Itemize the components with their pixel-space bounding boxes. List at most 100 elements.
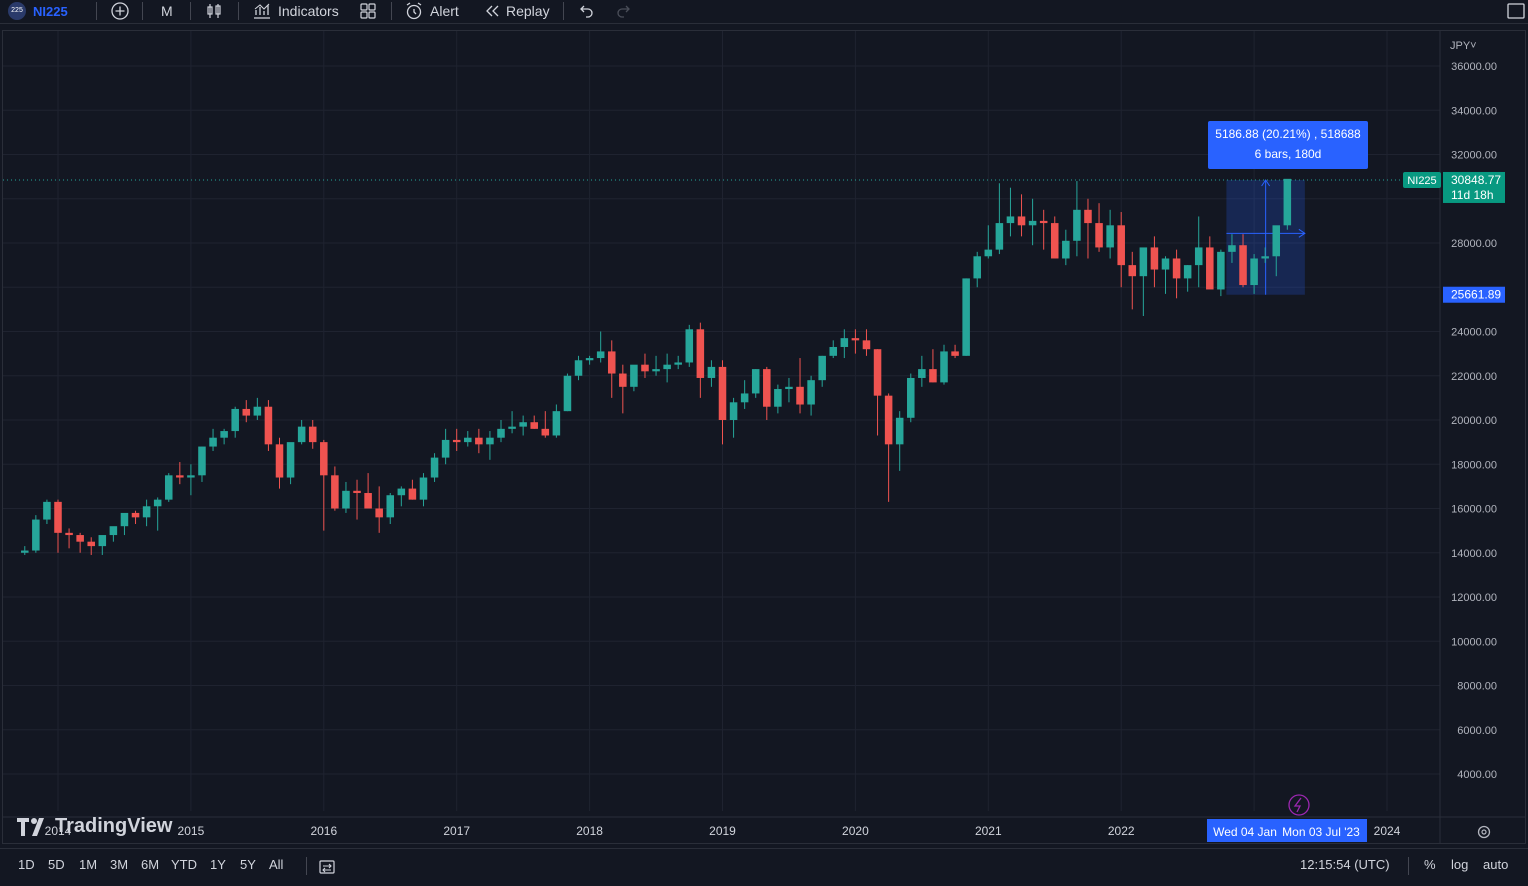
bottom-toolbar: 1D 5D 1M 3M 6M YTD 1Y 5Y All 12:15:54 (UTC) % lo… <box>0 848 1528 886</box>
currency-label[interactable]: JPY˅ <box>1450 40 1477 52</box>
candle-body <box>264 406 273 445</box>
log-toggle[interactable]: log <box>1451 857 1468 872</box>
auto-toggle[interactable]: auto <box>1483 857 1508 872</box>
candle-body <box>1228 245 1236 252</box>
candle-body <box>142 506 151 518</box>
year-tick-label: 2020 <box>842 824 869 838</box>
calendar-swap-icon <box>319 860 335 874</box>
alert-label: Alert <box>430 3 459 19</box>
plus-circle-icon <box>111 2 129 20</box>
year-tick-label: 2024 <box>1374 824 1401 838</box>
candle-body <box>1206 247 1214 290</box>
candle-body <box>430 457 439 478</box>
redo-button[interactable] <box>614 0 634 22</box>
candle-body <box>552 411 561 436</box>
last-price-label: 30848.77 <box>1451 173 1501 187</box>
replay-button[interactable]: Replay <box>482 0 550 22</box>
candle-body <box>574 360 583 376</box>
symbol-search[interactable]: 225 NI225 <box>8 0 68 22</box>
candle-body <box>907 377 915 418</box>
range-button-6m[interactable]: 6M <box>141 857 159 872</box>
candle-body <box>951 351 959 356</box>
candle-body <box>1239 245 1247 286</box>
candle-body <box>1183 265 1192 279</box>
compare-button[interactable] <box>110 0 130 22</box>
range-button-all[interactable]: All <box>269 857 283 872</box>
candle-body <box>818 355 826 381</box>
undo-button[interactable] <box>576 0 596 22</box>
range-button-5d[interactable]: 5D <box>48 857 65 872</box>
interval-label: M <box>161 3 173 19</box>
gear-icon-center <box>1481 829 1487 835</box>
range-button-1y[interactable]: 1Y <box>210 857 226 872</box>
candle-body <box>397 488 406 496</box>
candle-body <box>209 437 217 447</box>
price-tick-label: 14000.00 <box>1451 548 1497 560</box>
alert-button[interactable]: Alert <box>404 0 459 22</box>
range-button-1d[interactable]: 1D <box>18 857 35 872</box>
candle-body <box>607 351 616 374</box>
price-tick-label: 36000.00 <box>1451 61 1497 73</box>
candle-body <box>851 338 860 341</box>
candle-body <box>1050 223 1059 259</box>
fullscreen-button[interactable] <box>1506 0 1526 22</box>
candle-body <box>563 375 572 412</box>
separator <box>391 2 392 20</box>
range-button-ytd[interactable]: YTD <box>171 857 197 872</box>
price-axis[interactable]: 36000.00 34000.00 32000.00 28000.00 24000.00… <box>1450 40 1497 781</box>
percent-toggle[interactable]: % <box>1424 857 1436 872</box>
candle-body <box>1261 256 1269 259</box>
separator <box>238 2 239 20</box>
separator <box>142 2 143 20</box>
candle-body <box>530 422 538 429</box>
top-toolbar: 225 NI225 M Indicators Alert Replay <box>0 0 1528 24</box>
range-button-3m[interactable]: 3M <box>110 857 128 872</box>
measure-range[interactable] <box>1226 179 1306 295</box>
candle-body <box>475 437 483 445</box>
candle-body <box>43 501 51 520</box>
year-tick-label: 2019 <box>709 824 736 838</box>
candle-body <box>452 439 461 443</box>
range-button-1m[interactable]: 1M <box>79 857 97 872</box>
range-button-5y[interactable]: 5Y <box>240 857 256 872</box>
window-icon <box>1507 3 1525 19</box>
candle-body <box>1172 258 1181 279</box>
price-chart[interactable]: 36000.00 34000.00 32000.00 28000.00 24000.00… <box>3 31 1525 843</box>
candle-body <box>253 406 262 416</box>
measure-tooltip-line1: 5186.88 (20.21%) , 518688 <box>1215 127 1361 141</box>
candle-body <box>320 442 328 476</box>
candle-body <box>751 369 760 394</box>
interval-button[interactable]: M <box>161 0 173 22</box>
chart-type-button[interactable] <box>204 0 224 22</box>
candle-body <box>1272 225 1281 257</box>
tradingview-logo: TradingView <box>17 815 172 838</box>
templates-button[interactable] <box>358 0 378 22</box>
separator <box>190 2 191 20</box>
separator <box>1408 857 1409 875</box>
year-tick-label: 2016 <box>310 824 337 838</box>
candle-body <box>408 488 417 500</box>
date-range-button[interactable] <box>318 858 336 879</box>
symbol-name: NI225 <box>33 3 68 19</box>
candle-body <box>364 493 372 509</box>
indicators-button[interactable]: Indicators <box>252 0 339 22</box>
price-tick-label: 34000.00 <box>1451 105 1497 117</box>
indicators-label: Indicators <box>278 3 339 19</box>
candle-body <box>486 437 494 445</box>
candle-body <box>1106 225 1114 248</box>
price-tick-label: 8000.00 <box>1457 681 1497 693</box>
lightning-bolt <box>1293 797 1302 813</box>
countdown-label: 11d 18h <box>1451 188 1494 202</box>
utc-clock[interactable]: 12:15:54 (UTC) <box>1300 857 1390 872</box>
time-axis[interactable]: 2014 2015 2016 2017 2018 2019 2020 2021 2022 2024 <box>45 824 1401 838</box>
candle-body <box>1217 251 1225 290</box>
candle-body <box>596 351 605 359</box>
chart-pane[interactable]: 36000.00 34000.00 32000.00 28000.00 24000.00… <box>2 30 1526 844</box>
candle-body <box>32 519 40 551</box>
candle-body <box>120 512 129 527</box>
candle-body <box>884 395 893 445</box>
grid-icon <box>360 3 376 19</box>
candle-body <box>21 550 29 553</box>
price-tick-label: 4000.00 <box>1457 769 1497 781</box>
candle-body <box>1095 223 1103 248</box>
